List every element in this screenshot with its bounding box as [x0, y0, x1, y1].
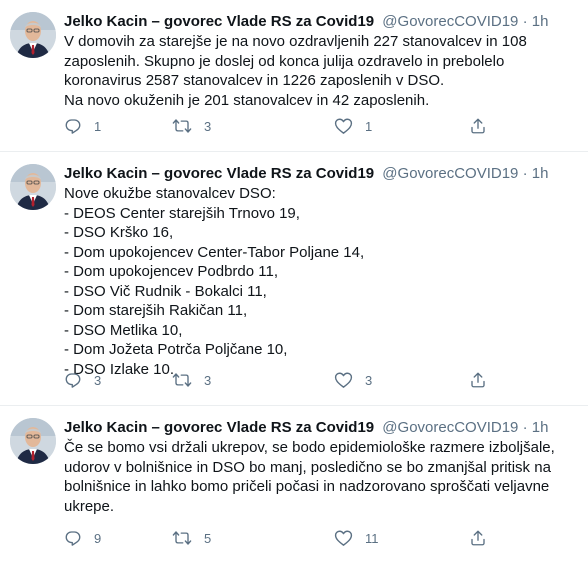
reply-button[interactable]: 1: [64, 117, 101, 135]
retweet-icon: [172, 531, 192, 545]
heart-icon: [334, 530, 353, 546]
heart-icon: [334, 372, 353, 388]
tweet-text-line: V domovih za starejše je na novo ozdravl…: [64, 33, 527, 50]
avatar[interactable]: [10, 12, 56, 58]
tweet-text-line: - DEOS Center starejših Trnovo 19,: [64, 204, 300, 222]
tweet-text-line: udorov v bolnišnice in DSO bo manj, posl…: [64, 458, 551, 476]
tweet[interactable]: Jelko Kacin – govorec Vlade RS za Covid1…: [0, 152, 588, 406]
tweet-text-line: - Dom starejših Rakičan 11,: [64, 302, 248, 319]
share-button[interactable]: [469, 529, 487, 547]
timestamp[interactable]: 1h: [532, 13, 549, 30]
separator-dot: ·: [522, 165, 528, 182]
retweet-icon: [172, 119, 192, 133]
share-icon: [471, 372, 485, 388]
tweet-text-line: - Dom upokojencev Podbrdo 11,: [64, 263, 279, 280]
like-button[interactable]: 11: [334, 529, 379, 547]
retweet-button[interactable]: 5: [172, 529, 211, 547]
profile-photo-icon: [10, 418, 56, 464]
reply-icon: [65, 373, 81, 388]
tweet-text-line: - DSO Vič Rudnik - Bokalci 11,: [64, 282, 267, 300]
author-name[interactable]: Jelko Kacin – govorec Vlade RS za Covid1…: [64, 419, 374, 436]
share-button[interactable]: [469, 117, 487, 135]
tweet-text-line: Na novo okuženih je 201 stanovalcev in 4…: [64, 91, 430, 109]
tweet-header: Jelko Kacin – govorec Vlade RS za Covid1…: [64, 12, 574, 32]
reply-count: 3: [94, 372, 102, 388]
reply-icon: [65, 119, 81, 134]
profile-photo-icon: [10, 12, 56, 58]
author-handle[interactable]: @GovorecCOVID19: [382, 165, 518, 182]
author-name[interactable]: Jelko Kacin – govorec Vlade RS za Covid1…: [64, 165, 374, 182]
tweet-text-line: Če se bomo vsi držali ukrepov, se bodo e…: [64, 439, 555, 456]
retweet-count: 5: [204, 530, 212, 546]
like-button[interactable]: 3: [334, 371, 372, 389]
tweet-text: Če se bomo vsi držali ukrepov, se bodo e…: [64, 438, 574, 516]
like-count: 1: [365, 118, 373, 134]
reply-count: 9: [94, 530, 102, 546]
retweet-button[interactable]: 3: [172, 117, 211, 135]
profile-photo-icon: [10, 164, 56, 210]
author-handle[interactable]: @GovorecCOVID19: [382, 419, 518, 436]
tweet-header: Jelko Kacin – govorec Vlade RS za Covid1…: [64, 164, 574, 184]
separator-dot: ·: [522, 419, 528, 436]
tweet-text-line: - DSO Metlika 10,: [64, 321, 183, 339]
reply-icon: [65, 531, 81, 546]
retweet-icon: [172, 373, 192, 387]
timestamp[interactable]: 1h: [532, 419, 549, 436]
tweet-text-line: - DSO Krško 16,: [64, 224, 174, 241]
tweet-text: Nove okužbe stanovalcev DSO: - DEOS Cente…: [64, 184, 574, 379]
avatar[interactable]: [10, 164, 56, 210]
author-name[interactable]: Jelko Kacin – govorec Vlade RS za Covid1…: [64, 13, 374, 30]
tweet-text-line: Nove okužbe stanovalcev DSO:: [64, 185, 276, 202]
avatar[interactable]: [10, 418, 56, 464]
tweet-text-line: koronavirus 2587 stanovalcev in 1226 zap…: [64, 72, 445, 89]
share-icon: [471, 118, 485, 134]
separator-dot: ·: [522, 13, 528, 30]
tweet-text-line: bolnišnice in lahko bomo pričeli počasi …: [64, 478, 550, 495]
retweet-button[interactable]: 3: [172, 371, 211, 389]
tweet[interactable]: Jelko Kacin – govorec Vlade RS za Covid1…: [0, 0, 588, 152]
tweet-text-line: - Dom Jožeta Potrča Poljčane 10,: [64, 341, 288, 358]
like-count: 11: [365, 530, 379, 546]
tweet-text-line: - Dom upokojencev Center-Tabor Poljane 1…: [64, 243, 365, 261]
tweet-header: Jelko Kacin – govorec Vlade RS za Covid1…: [64, 418, 574, 438]
retweet-count: 3: [204, 372, 212, 388]
retweet-count: 3: [204, 118, 212, 134]
tweet-text-line: - DSO Izlake 10.: [64, 360, 175, 378]
reply-button[interactable]: 3: [64, 371, 101, 389]
tweet-text-line: ukrepe.: [64, 497, 115, 515]
timeline: Jelko Kacin – govorec Vlade RS za Covid1…: [0, 0, 588, 564]
heart-icon: [334, 118, 353, 134]
tweet[interactable]: Jelko Kacin – govorec Vlade RS za Covid1…: [0, 406, 588, 564]
share-icon: [471, 530, 485, 546]
tweet-text-line: zaposlenih. Skupno je doslej od konca ju…: [64, 52, 505, 70]
reply-count: 1: [94, 118, 102, 134]
like-count: 3: [365, 372, 373, 388]
tweet-text: V domovih za starejše je na novo ozdravl…: [64, 32, 574, 110]
author-handle[interactable]: @GovorecCOVID19: [382, 13, 518, 30]
timestamp[interactable]: 1h: [532, 165, 549, 182]
share-button[interactable]: [469, 371, 487, 389]
reply-button[interactable]: 9: [64, 529, 101, 547]
like-button[interactable]: 1: [334, 117, 372, 135]
